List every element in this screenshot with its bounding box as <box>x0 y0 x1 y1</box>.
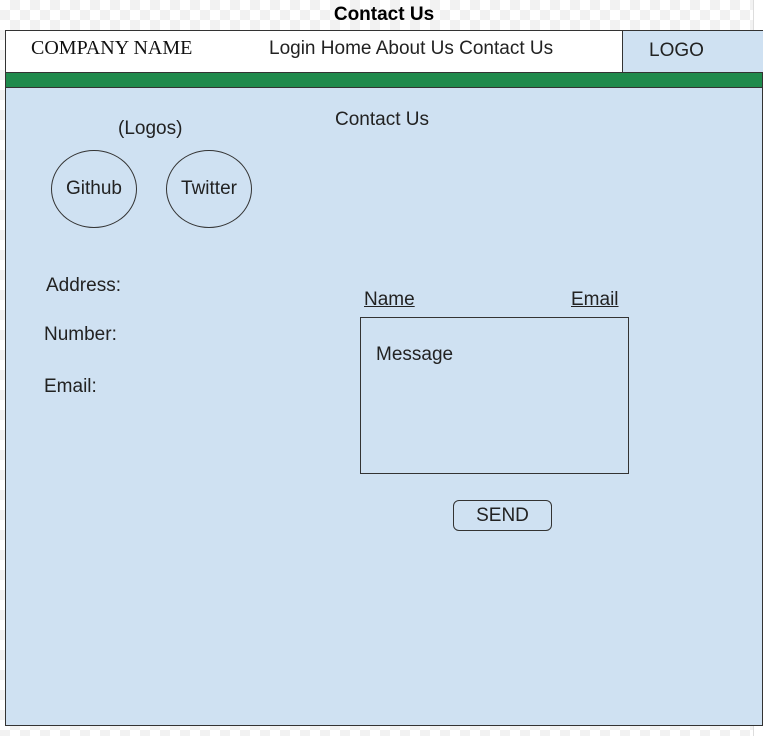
nav-item-contact-us[interactable]: Contact Us <box>459 38 553 59</box>
nav-menu: Login Home About Us Contact Us <box>269 38 553 60</box>
logo-box: LOGO <box>622 31 763 72</box>
page-title: Contact Us <box>333 4 435 25</box>
twitter-link[interactable]: Twitter <box>166 150 252 228</box>
email-field[interactable]: Email <box>571 289 619 311</box>
wireframe-page: COMPANY NAME Login Home About Us Contact… <box>5 30 763 726</box>
logos-label: (Logos) <box>118 118 183 139</box>
accent-bar <box>6 73 762 88</box>
company-name: COMPANY NAME <box>31 37 193 59</box>
github-link[interactable]: Github <box>51 150 137 228</box>
site-header: COMPANY NAME Login Home About Us Contact… <box>6 31 763 73</box>
email-label: Email: <box>44 376 97 397</box>
content-heading: Contact Us <box>335 109 429 130</box>
nav-item-about-us[interactable]: About Us <box>376 38 454 59</box>
number-label: Number: <box>44 324 117 345</box>
nav-item-login[interactable]: Login <box>269 38 316 59</box>
twitter-label: Twitter <box>181 178 237 199</box>
nav-item-home[interactable]: Home <box>321 38 372 59</box>
message-textarea[interactable]: Message <box>360 317 629 474</box>
name-field[interactable]: Name <box>364 289 415 311</box>
logo-label: LOGO <box>649 40 704 61</box>
address-label: Address: <box>46 275 121 296</box>
send-button-label: SEND <box>476 504 529 526</box>
github-label: Github <box>66 178 122 199</box>
send-button[interactable]: SEND <box>453 500 552 531</box>
message-placeholder: Message <box>376 344 454 365</box>
